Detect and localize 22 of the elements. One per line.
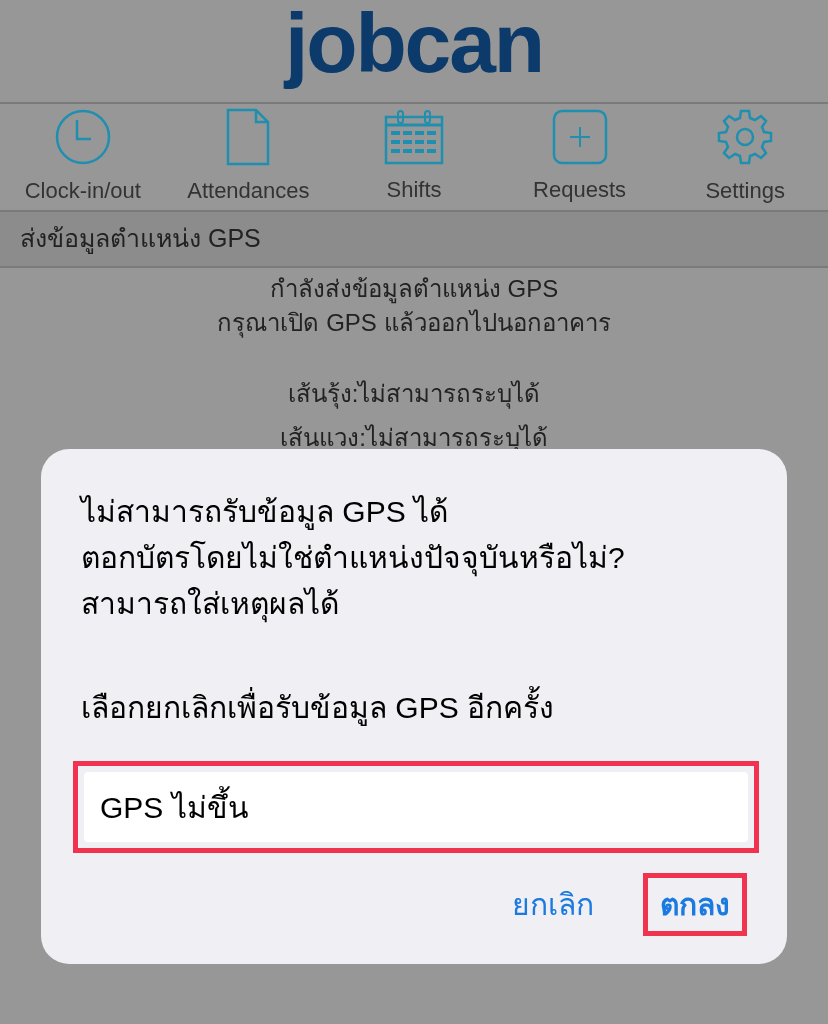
nav-tab[interactable]: Settings: [705, 173, 785, 207]
nav-tab[interactable]: Shifts: [386, 172, 442, 206]
settings-icon: [716, 107, 775, 166]
coordinate-text: เส้นแวง:ไม่สามารถระบุได้: [280, 423, 548, 453]
clock-icon: [53, 107, 112, 166]
dialog-message: ไม่สามารถรับข้อมูล GPS ได้: [81, 494, 450, 532]
nav-tab[interactable]: Clock-in/out: [24, 173, 141, 207]
dialog-message: สามารถใส่เหตุผลได้: [81, 581, 747, 627]
section-title: ส่งข้อมูลตำแหน่ง GPS: [20, 223, 261, 256]
calendar-icon: [384, 108, 444, 165]
dialog-button[interactable]: ยกเลิก: [495, 873, 611, 936]
document-icon: [226, 107, 271, 166]
dialog-button[interactable]: ตกลง: [643, 873, 747, 936]
reason-input-field[interactable]: GPS ไม่ขึ้น: [84, 772, 748, 842]
status-text: กรุณาเปิด GPS แล้วออกไปนอกอาคาร: [217, 308, 611, 340]
status-text: กำลังส่งข้อมูลตำแหน่ง GPS: [269, 274, 559, 306]
coordinate-text: เส้นรุ้ง:ไม่สามารถระบุได้: [287, 379, 541, 411]
dialog-message: ตอกบัตรโดยไม่ใช่ตำแหน่งปัจจุบันหรือไม่?: [81, 535, 747, 581]
plus-icon: [551, 108, 608, 165]
dialog-hint: เลือกยกเลิกเพื่อรับข้อมูล GPS อีกครั้ง: [81, 685, 747, 731]
nav-tab[interactable]: Requests: [533, 172, 627, 206]
nav-tab[interactable]: Attendances: [187, 173, 310, 207]
